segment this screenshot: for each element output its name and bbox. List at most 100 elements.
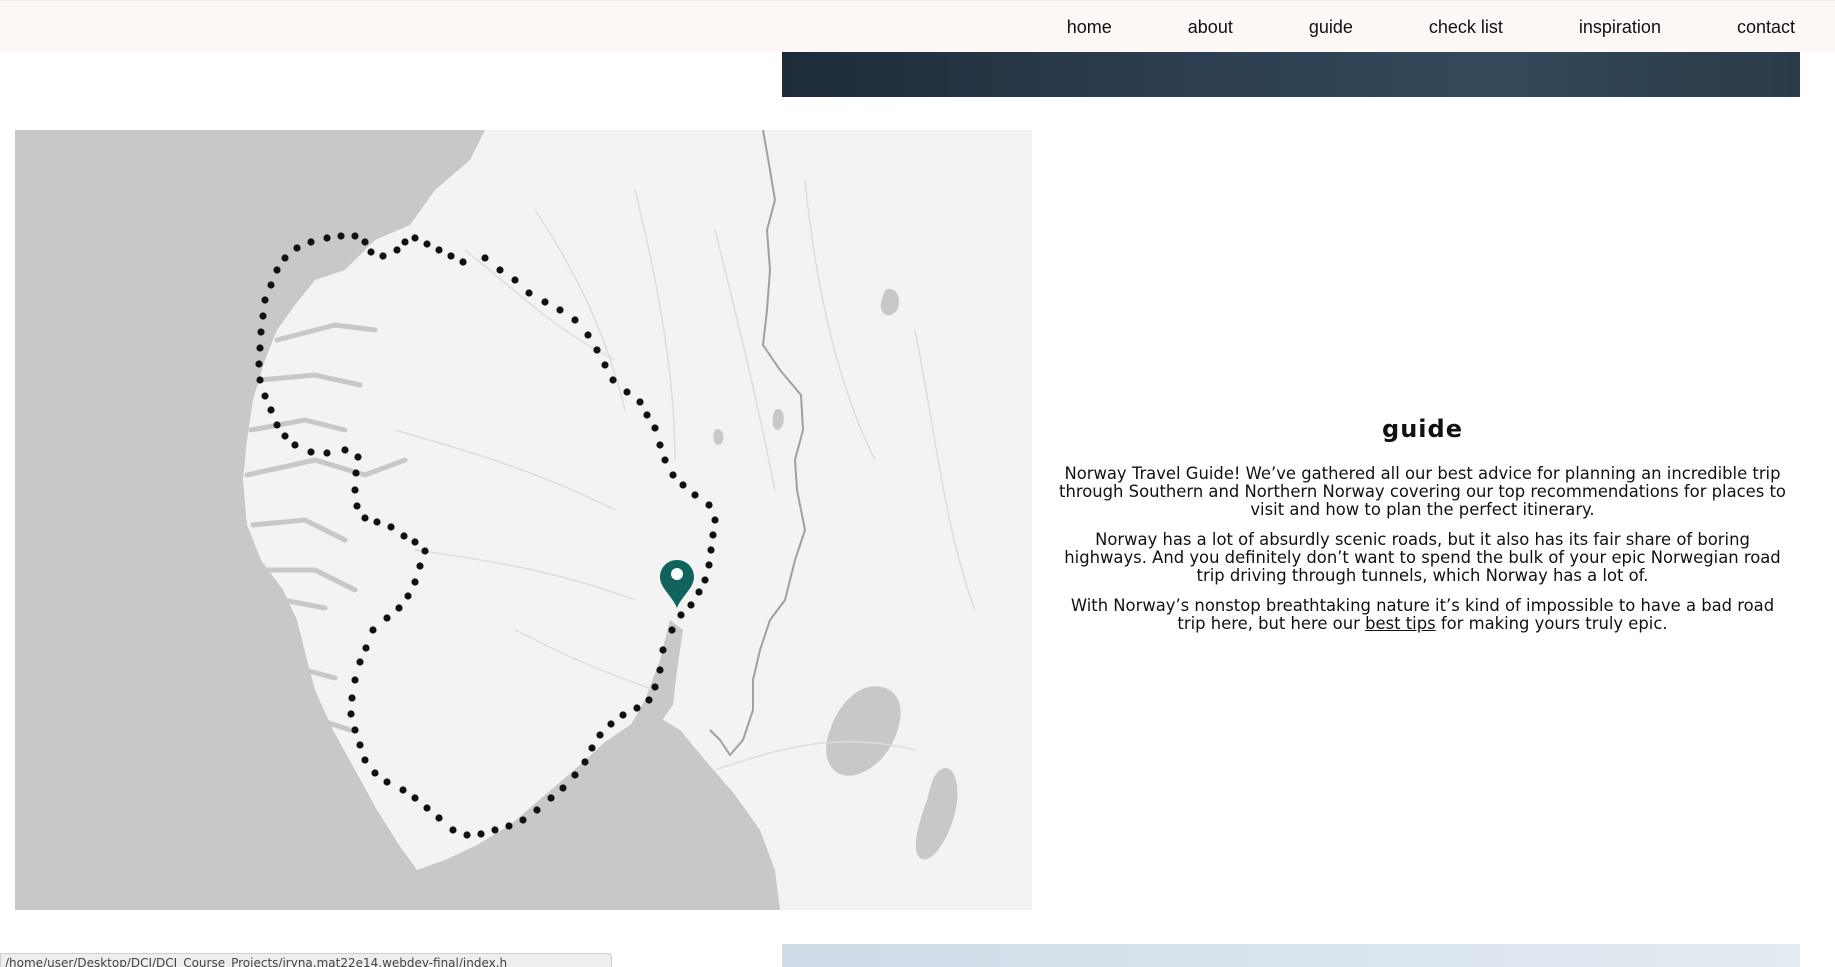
- route-dot: [519, 816, 527, 824]
- route-dot: [705, 501, 713, 509]
- route-dot: [463, 831, 471, 839]
- route-dot: [661, 456, 669, 464]
- route-dot: [701, 576, 709, 584]
- route-dot: [373, 518, 381, 526]
- hero-image-bottom-edge: [782, 52, 1800, 97]
- route-dot: [711, 516, 719, 524]
- route-dot: [411, 538, 419, 546]
- norway-route-map: [15, 130, 1032, 910]
- nav-guide-link[interactable]: guide: [1309, 17, 1353, 38]
- route-dot: [447, 252, 455, 260]
- route-dot: [307, 448, 315, 456]
- route-dot: [351, 676, 359, 684]
- route-dot: [259, 312, 267, 320]
- route-dot: [356, 658, 364, 666]
- route-dot: [257, 328, 265, 336]
- next-section-image-top-edge: [782, 944, 1800, 967]
- route-dot: [400, 532, 408, 540]
- route-dot: [351, 486, 359, 494]
- route-dot: [651, 683, 659, 691]
- route-dot: [687, 601, 695, 609]
- route-dot: [369, 626, 377, 634]
- route-dot: [383, 778, 391, 786]
- route-dot: [379, 252, 387, 260]
- route-dot: [411, 794, 419, 802]
- best-tips-link[interactable]: best tips: [1365, 614, 1436, 633]
- route-dot: [619, 711, 627, 719]
- route-dot: [337, 232, 345, 240]
- route-dot: [643, 411, 651, 419]
- top-navigation-bar: home about guide check list inspiration …: [0, 0, 1835, 52]
- browser-status-url: /home/user/Desktop/DCI/DCI_Course_Projec…: [0, 953, 612, 967]
- guide-paragraph-3-end: for making yours truly epic.: [1435, 614, 1668, 633]
- route-dot: [361, 514, 369, 522]
- route-dot: [633, 704, 641, 712]
- route-dot: [677, 611, 685, 619]
- route-dot: [705, 561, 713, 569]
- route-dot: [645, 696, 653, 704]
- route-dot: [354, 453, 362, 461]
- route-dot: [351, 726, 359, 734]
- route-dot: [659, 646, 667, 654]
- route-dot: [361, 756, 369, 764]
- route-dot: [609, 376, 617, 384]
- route-dot: [399, 786, 407, 794]
- route-dot: [255, 360, 263, 368]
- route-dot: [435, 814, 443, 822]
- nav-home-link[interactable]: home: [1067, 17, 1112, 38]
- route-dot: [496, 266, 504, 274]
- route-dot: [481, 254, 489, 262]
- guide-paragraph-2: Norway has a lot of absurdly scenic road…: [1064, 530, 1781, 585]
- route-dot: [281, 432, 289, 440]
- route-dot: [273, 266, 281, 274]
- route-dot: [273, 421, 281, 429]
- route-dot: [656, 666, 664, 674]
- route-dot: [709, 531, 717, 539]
- route-dot: [581, 758, 589, 766]
- route-dot: [636, 398, 644, 406]
- route-dot: [256, 376, 264, 384]
- route-dot: [695, 588, 703, 596]
- guide-title: guide: [1382, 415, 1463, 443]
- guide-section: guide Norway Travel Guide! We’ve gathere…: [1055, 415, 1790, 645]
- route-dot: [352, 469, 360, 477]
- route-dot: [395, 604, 403, 612]
- route-dot: [323, 234, 331, 242]
- route-dot: [588, 744, 596, 752]
- route-dot: [347, 710, 355, 718]
- route-dot: [584, 331, 592, 339]
- map-graphic: [15, 130, 1032, 910]
- route-dot: [459, 258, 467, 266]
- route-dot: [307, 238, 315, 246]
- route-dot: [404, 592, 412, 600]
- route-dot: [505, 822, 513, 830]
- route-dot: [596, 731, 604, 739]
- route-dot: [556, 306, 564, 314]
- route-dot: [393, 246, 401, 254]
- route-dot: [353, 502, 361, 510]
- route-dot: [281, 254, 289, 262]
- route-dot: [291, 441, 299, 449]
- route-dot: [601, 361, 609, 369]
- nav-about-link[interactable]: about: [1188, 17, 1233, 38]
- route-dot: [341, 446, 349, 454]
- route-dot: [323, 449, 331, 457]
- route-dot: [449, 826, 457, 834]
- route-dot: [525, 289, 533, 297]
- route-dot: [679, 481, 687, 489]
- nav-check-list-link[interactable]: check list: [1429, 17, 1503, 38]
- route-dot: [411, 578, 419, 586]
- route-dot: [362, 644, 370, 652]
- route-dot: [691, 491, 699, 499]
- route-dot: [593, 346, 601, 354]
- route-dot: [256, 344, 264, 352]
- nav-contact-link[interactable]: contact: [1737, 17, 1795, 38]
- main-nav: home about guide check list inspiration …: [1067, 1, 1795, 53]
- route-dot: [423, 804, 431, 812]
- route-dot: [421, 547, 429, 555]
- nav-inspiration-link[interactable]: inspiration: [1579, 17, 1661, 38]
- route-dot: [533, 806, 541, 814]
- route-dot: [261, 296, 269, 304]
- route-dot: [423, 240, 431, 248]
- route-dot: [435, 246, 443, 254]
